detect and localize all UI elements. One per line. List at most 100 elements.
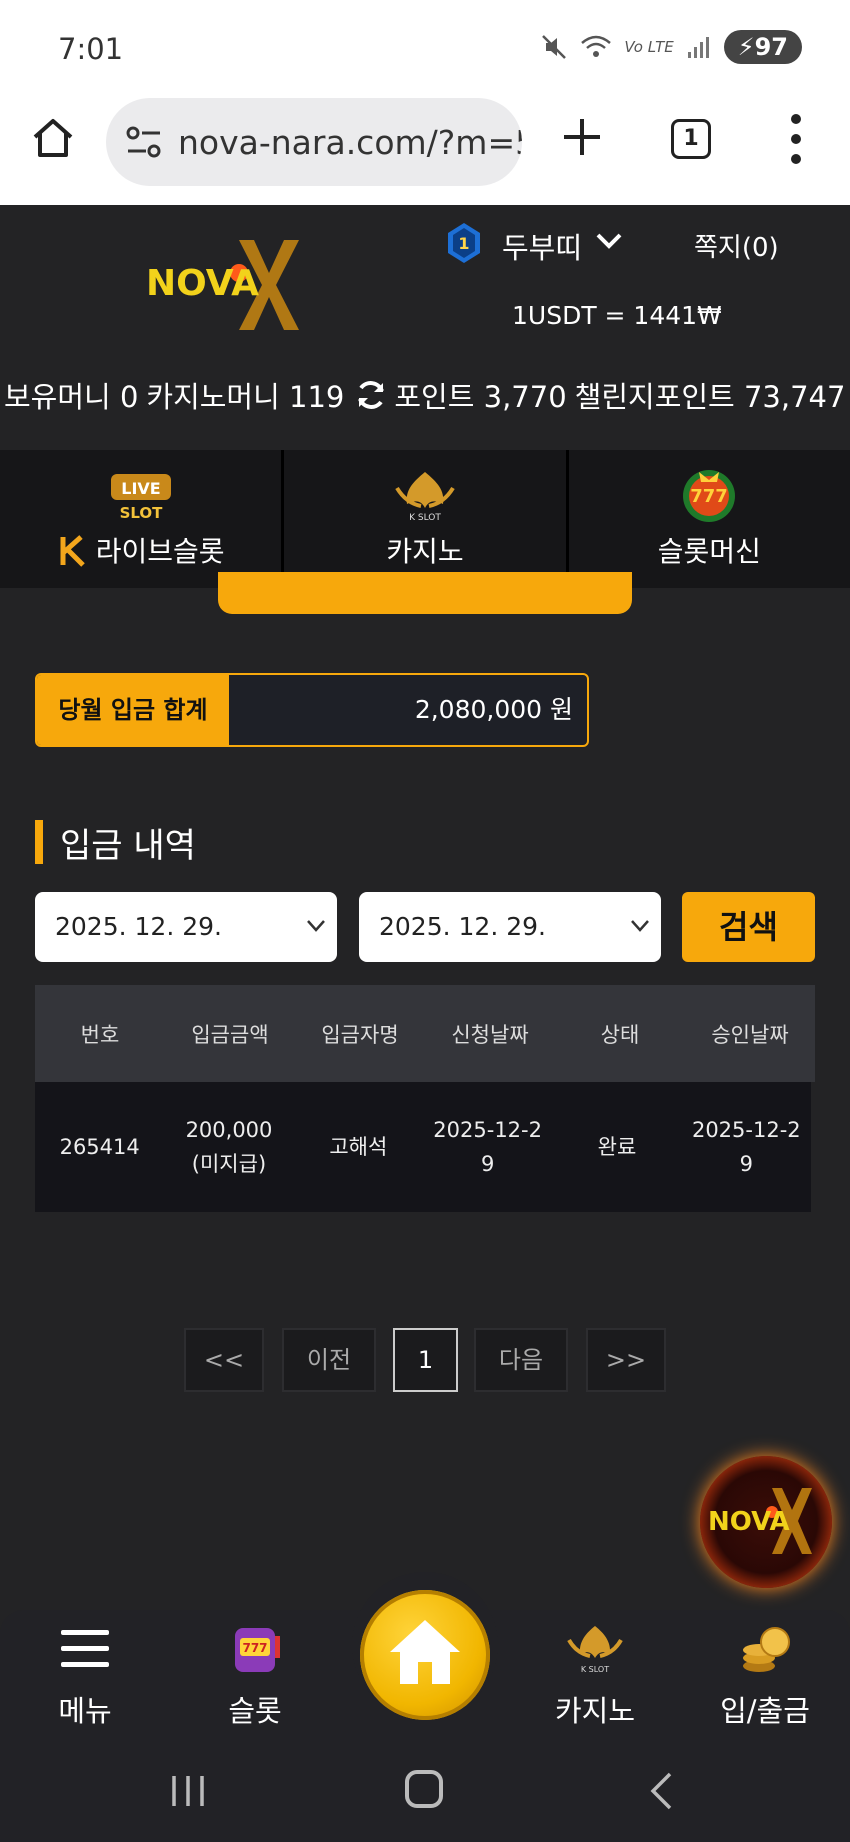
logo-text: NOVA	[708, 1507, 790, 1537]
next-page-button[interactable]: 다음	[474, 1328, 568, 1392]
monthly-deposit-label: 당월 입금 합계	[37, 675, 229, 745]
svg-text:K SLOT: K SLOT	[409, 513, 441, 523]
table-header: 번호 입금금액 입금자명 신청날짜 상태 승인날짜	[35, 985, 815, 1082]
page-1-button[interactable]: 1	[393, 1328, 458, 1392]
column-header: 신청날짜	[451, 1022, 529, 1047]
date-to-select[interactable]: 2025. 12. 29.	[359, 892, 661, 962]
network-label: Vo LTE	[624, 38, 674, 56]
holding-money: 보유머니 0	[4, 380, 139, 414]
coins-icon	[743, 1627, 790, 1672]
category-tabs: LIVE SLOT 라이브슬롯 K SLOT 카지노 777 슬롯머신	[0, 450, 850, 588]
logo-text: NOVA	[146, 263, 259, 304]
level-number: 1	[458, 234, 469, 253]
casino-money: 카지노머니 119	[146, 380, 345, 414]
cell-depositor: 고해석	[329, 1135, 388, 1159]
battery-indicator: ⚡97	[723, 30, 802, 64]
k-slot-icon: K SLOT	[567, 1626, 623, 1674]
challenge-points: 챌린지포인트 73,747	[574, 380, 846, 414]
site-settings-icon[interactable]	[124, 124, 164, 160]
column-header: 승인날짜	[711, 1022, 789, 1047]
chevron-down-icon	[631, 920, 649, 932]
status-time: 7:01	[58, 32, 124, 66]
prev-page-button[interactable]: 이전	[282, 1328, 376, 1392]
new-tab-icon[interactable]	[560, 115, 604, 159]
system-home-icon[interactable]	[405, 1770, 443, 1808]
browser-home-icon[interactable]	[30, 115, 76, 161]
k-slot-icon: K SLOT	[395, 472, 455, 523]
status-icons: Vo LTE ⚡97	[540, 30, 802, 64]
points: 포인트 3,770	[394, 380, 567, 414]
mute-icon	[542, 35, 567, 59]
nav-menu[interactable]: 메뉴	[10, 1622, 160, 1732]
messages-link[interactable]: 쪽지(0)	[694, 227, 779, 264]
battery-level: 97	[754, 33, 788, 61]
recent-apps-icon[interactable]	[170, 1774, 206, 1808]
tab-live-slot[interactable]: LIVE SLOT 라이브슬롯	[0, 450, 285, 588]
url-text: nova-nara.com/?m=5	[178, 123, 522, 162]
tab-label: 슬롯머신	[657, 535, 761, 568]
nav-label: 카지노	[554, 1694, 636, 1728]
search-button[interactable]: 검색	[682, 892, 815, 962]
nav-casino[interactable]: K SLOT 카지노	[520, 1622, 670, 1732]
slot-machine-icon: 777	[235, 1628, 280, 1672]
nav-cashier[interactable]: 입/출금	[690, 1622, 840, 1732]
section-accent-bar	[35, 820, 43, 864]
username[interactable]: 두부띠	[502, 225, 582, 267]
tab-switcher-button[interactable]: 1	[671, 119, 711, 159]
back-icon[interactable]	[650, 1772, 672, 1810]
cell-approved-date: 2025-12-29	[691, 1118, 801, 1176]
nav-label: 슬롯	[228, 1694, 282, 1728]
exchange-rate: 1USDT = 1441₩	[512, 301, 722, 330]
cell-number: 265414	[59, 1135, 140, 1159]
cell-status: 완료	[597, 1135, 637, 1159]
date-from-select[interactable]: 2025. 12. 29.	[35, 892, 337, 962]
last-page-button[interactable]: >>	[586, 1328, 666, 1392]
svg-text:SLOT: SLOT	[119, 504, 163, 522]
nav-label: 메뉴	[58, 1694, 112, 1728]
home-button[interactable]	[360, 1590, 490, 1720]
more-options-icon[interactable]	[790, 113, 802, 165]
system-navigation-bar	[0, 1740, 850, 1842]
menu-icon	[61, 1630, 109, 1667]
first-page-button[interactable]: <<	[184, 1328, 264, 1392]
tab-slot-machine[interactable]: 777 슬롯머신	[569, 450, 850, 588]
date-to-value: 2025. 12. 29.	[379, 912, 546, 941]
cell-amount: 200,000(미지급)	[185, 1118, 273, 1176]
svg-text:LIVE: LIVE	[121, 479, 160, 498]
browser-toolbar: nova-nara.com/?m=5 1	[0, 95, 850, 205]
svg-text:777: 777	[242, 1641, 267, 1655]
home-icon	[390, 1620, 460, 1684]
signal-icon	[687, 37, 709, 58]
level-badge-icon: 1	[448, 223, 480, 263]
balance-bar: 보유머니 0 카지노머니 119 포인트 3,770 챌린지포인트 73,747	[0, 373, 850, 417]
wifi-icon	[581, 35, 612, 57]
section-title: 입금 내역	[60, 826, 196, 866]
tab-label: 카지노	[386, 535, 464, 568]
table-row: 265414 200,000(미지급) 고해석 2025-12-29 완료 20…	[35, 1082, 811, 1212]
nav-label: 입/출금	[720, 1694, 810, 1728]
status-bar: 7:01 Vo LTE ⚡97	[0, 0, 850, 95]
address-bar[interactable]: nova-nara.com/?m=5	[106, 98, 522, 186]
column-header: 번호	[80, 1022, 120, 1047]
hidden-action-button[interactable]	[218, 572, 632, 614]
tab-casino[interactable]: K SLOT 카지노	[284, 450, 569, 588]
nova-logo: NOVA	[708, 1488, 812, 1554]
tab-label: 라이브슬롯	[0, 530, 281, 570]
live-slot-icon: LIVE SLOT	[110, 474, 171, 522]
column-header: 입금자명	[321, 1022, 399, 1047]
column-header: 입금금액	[191, 1022, 269, 1047]
date-from-value: 2025. 12. 29.	[55, 912, 222, 941]
monthly-deposit-summary: 당월 입금 합계 2,080,000 원	[35, 673, 589, 747]
cell-requested-date: 2025-12-29	[433, 1118, 542, 1176]
nova-logo[interactable]: NOVA	[144, 235, 319, 335]
monthly-deposit-value: 2,080,000 원	[414, 695, 573, 724]
refresh-icon[interactable]	[354, 378, 388, 412]
nav-slot[interactable]: 777 슬롯	[180, 1622, 330, 1732]
chevron-down-icon	[307, 920, 325, 932]
777-slots-icon: 777	[683, 470, 736, 522]
chevron-down-icon[interactable]	[596, 233, 622, 249]
floating-logo-button[interactable]: NOVA	[700, 1456, 832, 1588]
column-header: 상태	[600, 1022, 640, 1047]
k-logo-icon	[60, 535, 85, 567]
svg-text:777: 777	[691, 486, 729, 507]
